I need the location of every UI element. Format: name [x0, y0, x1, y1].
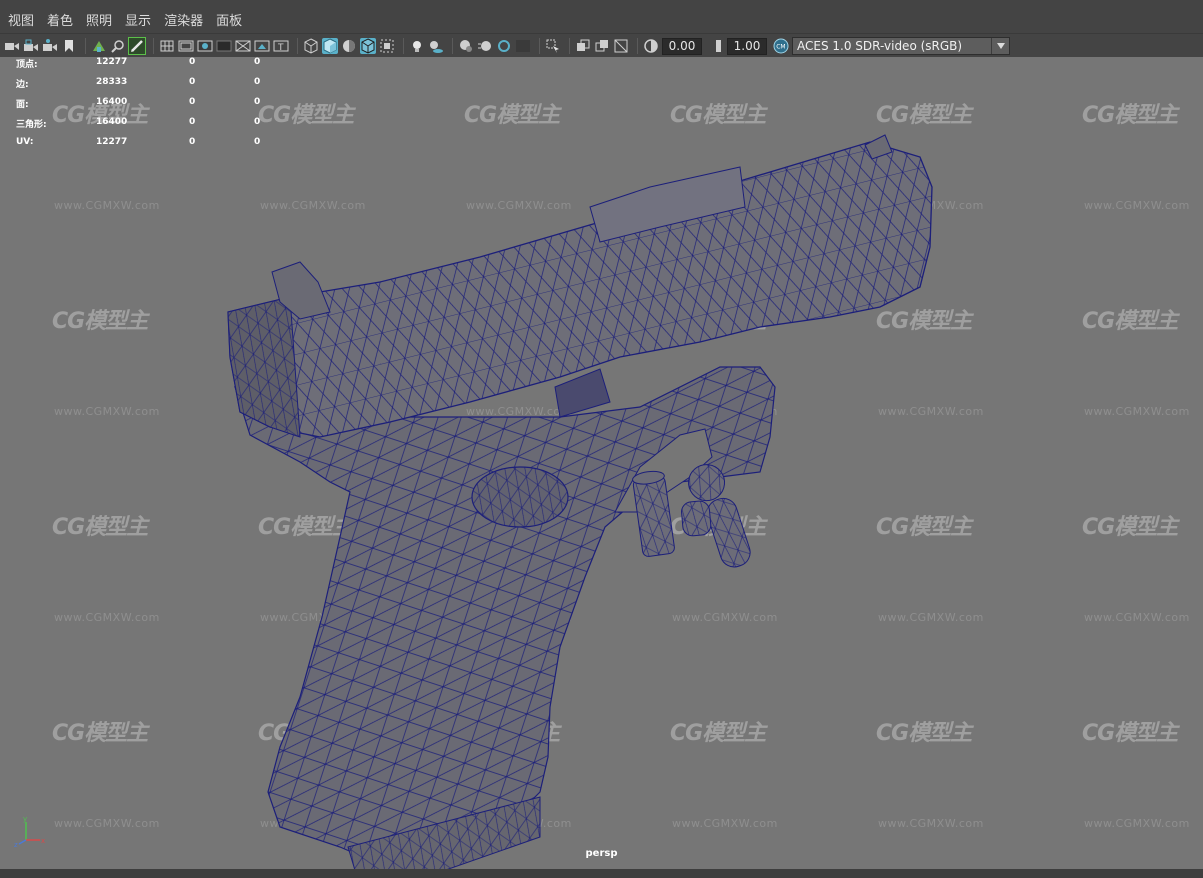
camera-select-icon[interactable] — [4, 38, 20, 54]
2d-pan-zoom-icon[interactable] — [110, 38, 126, 54]
pistol-slide — [227, 134, 933, 438]
hud-row-edges: 边: 28333 0 0 — [16, 77, 276, 97]
hud-row-triangles: 三角形: 16400 0 0 — [16, 117, 276, 137]
hud-row-uvs: UV: 12277 0 0 — [16, 137, 276, 157]
image-plane-icon[interactable] — [91, 38, 107, 54]
gamma-icon[interactable] — [708, 38, 724, 54]
film-gate-icon[interactable] — [178, 38, 194, 54]
gate-mask-icon[interactable] — [216, 38, 232, 54]
safe-action-icon[interactable] — [254, 38, 270, 54]
hud-value: 0 — [189, 57, 196, 67]
viewport-menu-bar: 视图 着色 照明 显示 渲染器 面板 — [0, 0, 1203, 34]
ambient-occlusion-icon[interactable] — [458, 38, 474, 54]
toolbar-separator — [637, 38, 638, 54]
hud-value: 16400 — [96, 117, 128, 127]
toolbar-separator — [403, 38, 404, 54]
gamma-field[interactable]: 1.00 — [727, 37, 767, 55]
bullet-cartridges — [632, 464, 751, 568]
depth-of-field-icon[interactable] — [515, 38, 531, 54]
hud-row-faces: 面: 16400 0 0 — [16, 97, 276, 117]
xray-joints-icon[interactable] — [575, 38, 591, 54]
toolbar-separator — [569, 38, 570, 54]
axis-y-label: y — [23, 815, 27, 823]
bookmark-icon[interactable] — [61, 38, 77, 54]
chevron-down-icon[interactable] — [991, 38, 1009, 54]
field-chart-icon[interactable] — [235, 38, 251, 54]
hud-value: 0 — [254, 97, 261, 107]
use-all-lights-icon[interactable] — [409, 38, 425, 54]
exposure-field[interactable]: 0.00 — [662, 37, 702, 55]
color-management-icon[interactable]: CM — [773, 38, 789, 54]
toolbar-separator — [297, 38, 298, 54]
menu-show[interactable]: 显示 — [125, 14, 151, 30]
menu-panels[interactable]: 面板 — [216, 14, 242, 30]
hud-label: 边: — [16, 80, 29, 90]
camera-attributes-icon[interactable] — [42, 38, 58, 54]
isolate-select-icon[interactable] — [545, 38, 561, 54]
wireframe-icon[interactable] — [303, 38, 319, 54]
grid-icon[interactable] — [159, 38, 175, 54]
hud-label: 面: — [16, 100, 29, 110]
poly-count-hud: 顶点: 12277 0 0 边: 28333 0 0 面: 16400 0 0 … — [16, 57, 276, 157]
toolbar-separator — [539, 38, 540, 54]
motion-blur-icon[interactable] — [477, 38, 493, 54]
hud-value: 12277 — [96, 57, 128, 67]
hud-value: 0 — [189, 97, 196, 107]
hud-value: 0 — [189, 117, 196, 127]
menu-lighting[interactable]: 照明 — [86, 14, 112, 30]
menu-shading[interactable]: 着色 — [47, 14, 73, 30]
hud-value: 0 — [254, 117, 261, 127]
hud-value: 0 — [254, 137, 261, 147]
default-material-icon[interactable] — [341, 38, 357, 54]
hud-value: 0 — [254, 57, 261, 67]
textured-icon[interactable] — [613, 38, 629, 54]
view-transform-select[interactable]: ACES 1.0 SDR-video (sRGB) — [792, 37, 1010, 55]
smooth-shade-icon[interactable] — [322, 38, 338, 54]
toolbar-separator — [153, 38, 154, 54]
hud-row-vertices: 顶点: 12277 0 0 — [16, 57, 276, 77]
multisample-aa-icon[interactable] — [496, 38, 512, 54]
hud-value: 16400 — [96, 97, 128, 107]
wireframe-on-shaded-icon[interactable] — [360, 38, 376, 54]
menu-renderer[interactable]: 渲染器 — [164, 14, 203, 30]
hud-label: 三角形: — [16, 120, 47, 130]
xray-icon[interactable] — [379, 38, 395, 54]
svg-text:CM: CM — [776, 44, 785, 51]
shadows-icon[interactable] — [428, 38, 444, 54]
3d-viewport[interactable]: CG模型主 www.CGMXW.com CG模型主 www.CGMXW.com CG模型… — [0, 57, 1203, 869]
hud-value: 0 — [189, 137, 196, 147]
xray-active-icon[interactable] — [594, 38, 610, 54]
hud-value: 12277 — [96, 137, 128, 147]
menu-view[interactable]: 视图 — [8, 14, 34, 30]
resolution-gate-icon[interactable] — [197, 38, 213, 54]
view-axis-gizmo: y x z — [14, 815, 45, 848]
exposure-icon[interactable] — [643, 38, 659, 54]
viewport-bottom-border — [0, 869, 1203, 878]
camera-lock-icon[interactable] — [23, 38, 39, 54]
safe-title-icon[interactable]: T — [273, 38, 289, 54]
hud-label: 顶点: — [16, 60, 38, 70]
viewport-toolbar: T 0.00 1.00 CM ACES 1.0 SDR-video (sRGB) — [0, 35, 1203, 57]
toolbar-separator — [452, 38, 453, 54]
view-transform-value: ACES 1.0 SDR-video (sRGB) — [797, 39, 963, 53]
hud-label: UV: — [16, 137, 34, 147]
hud-value: 0 — [189, 77, 196, 87]
grease-pencil-icon[interactable] — [128, 37, 146, 55]
camera-name-label: persp — [585, 848, 618, 859]
axis-x-label: x — [41, 837, 45, 845]
axis-z-label: z — [14, 841, 18, 848]
toolbar-separator — [85, 38, 86, 54]
hud-value: 28333 — [96, 77, 128, 87]
pistol-frame — [234, 366, 776, 869]
wireframe-model[interactable] — [0, 57, 1203, 869]
hud-value: 0 — [254, 77, 261, 87]
svg-text:T: T — [277, 43, 284, 53]
